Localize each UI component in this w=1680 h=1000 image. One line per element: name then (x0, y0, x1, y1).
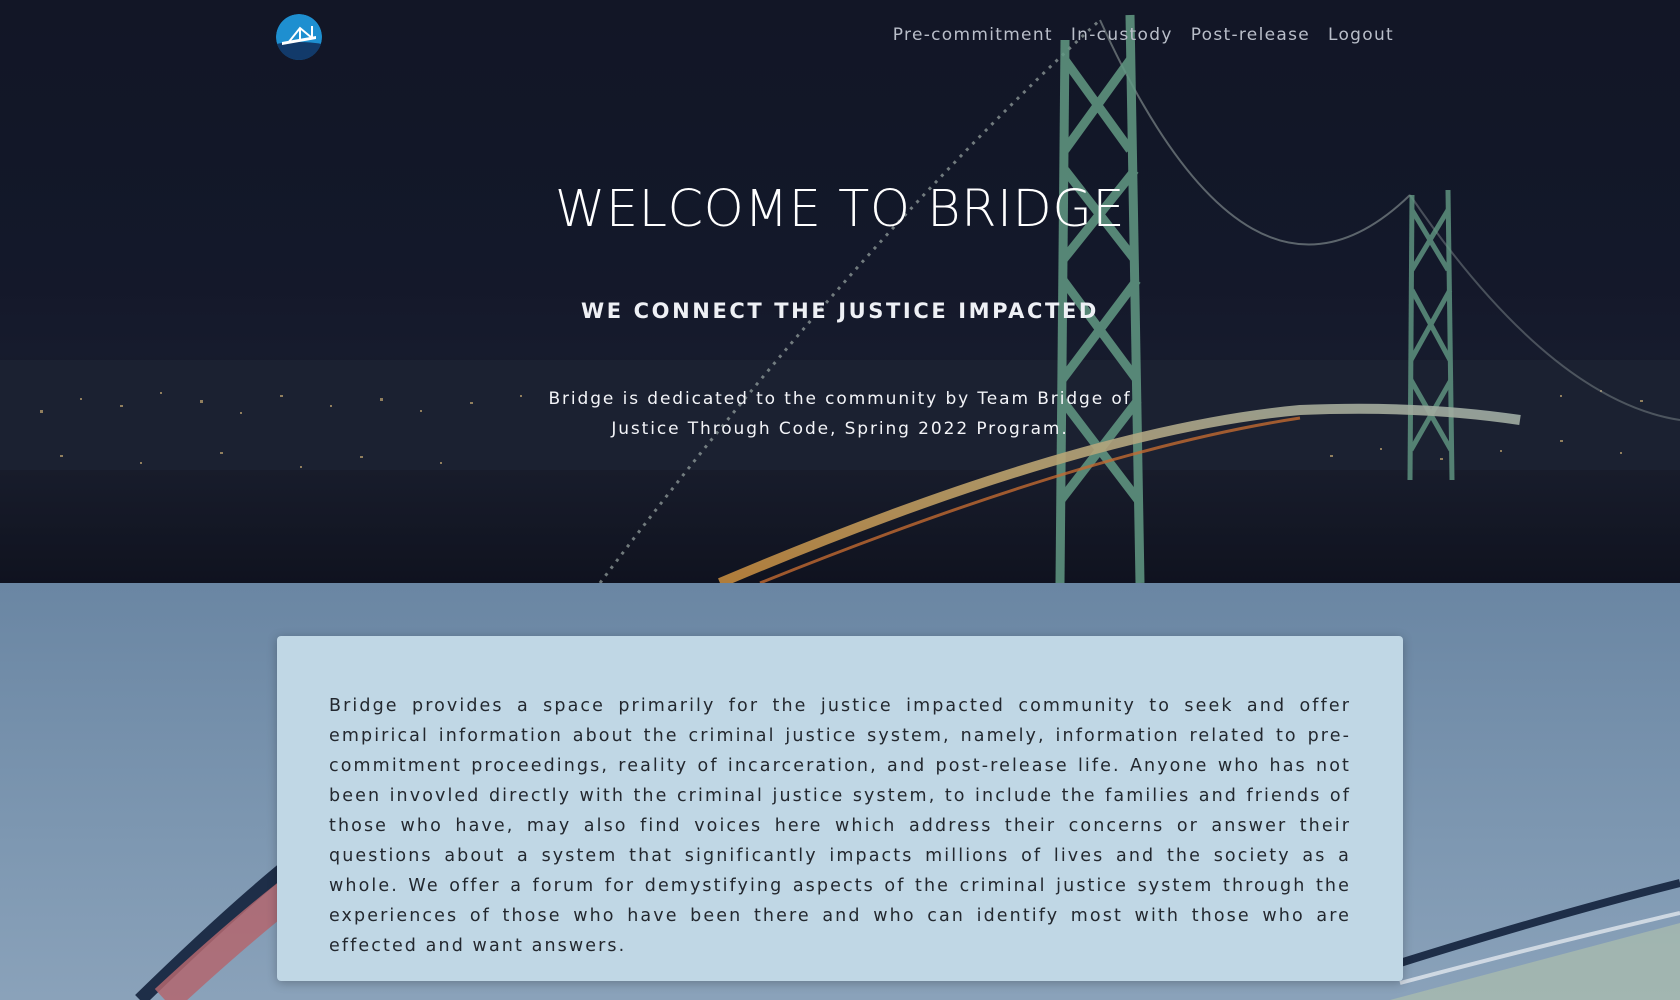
top-nav: Pre-commitment In-custody Post-release L… (0, 0, 1680, 74)
nav-link-post-release[interactable]: Post-release (1191, 25, 1310, 45)
hero-section: Pre-commitment In-custody Post-release L… (0, 0, 1680, 583)
nav-links: Pre-commitment In-custody Post-release L… (893, 25, 1394, 45)
bridge-night-background (0, 0, 1680, 583)
bridge-logo-icon[interactable] (276, 14, 322, 60)
hero-title: WELCOME TO BRIDGE (554, 180, 1126, 239)
about-text: Bridge provides a space primarily for th… (329, 696, 1351, 956)
about-card: Bridge provides a space primarily for th… (277, 636, 1403, 981)
hero-subtitle: WE CONNECT THE JUSTICE IMPACTED (581, 299, 1099, 323)
nav-link-logout[interactable]: Logout (1328, 25, 1394, 45)
hero-description: Bridge is dedicated to the community by … (548, 389, 1132, 439)
nav-link-in-custody[interactable]: In-custody (1071, 25, 1173, 45)
nav-link-pre-commitment[interactable]: Pre-commitment (893, 25, 1053, 45)
